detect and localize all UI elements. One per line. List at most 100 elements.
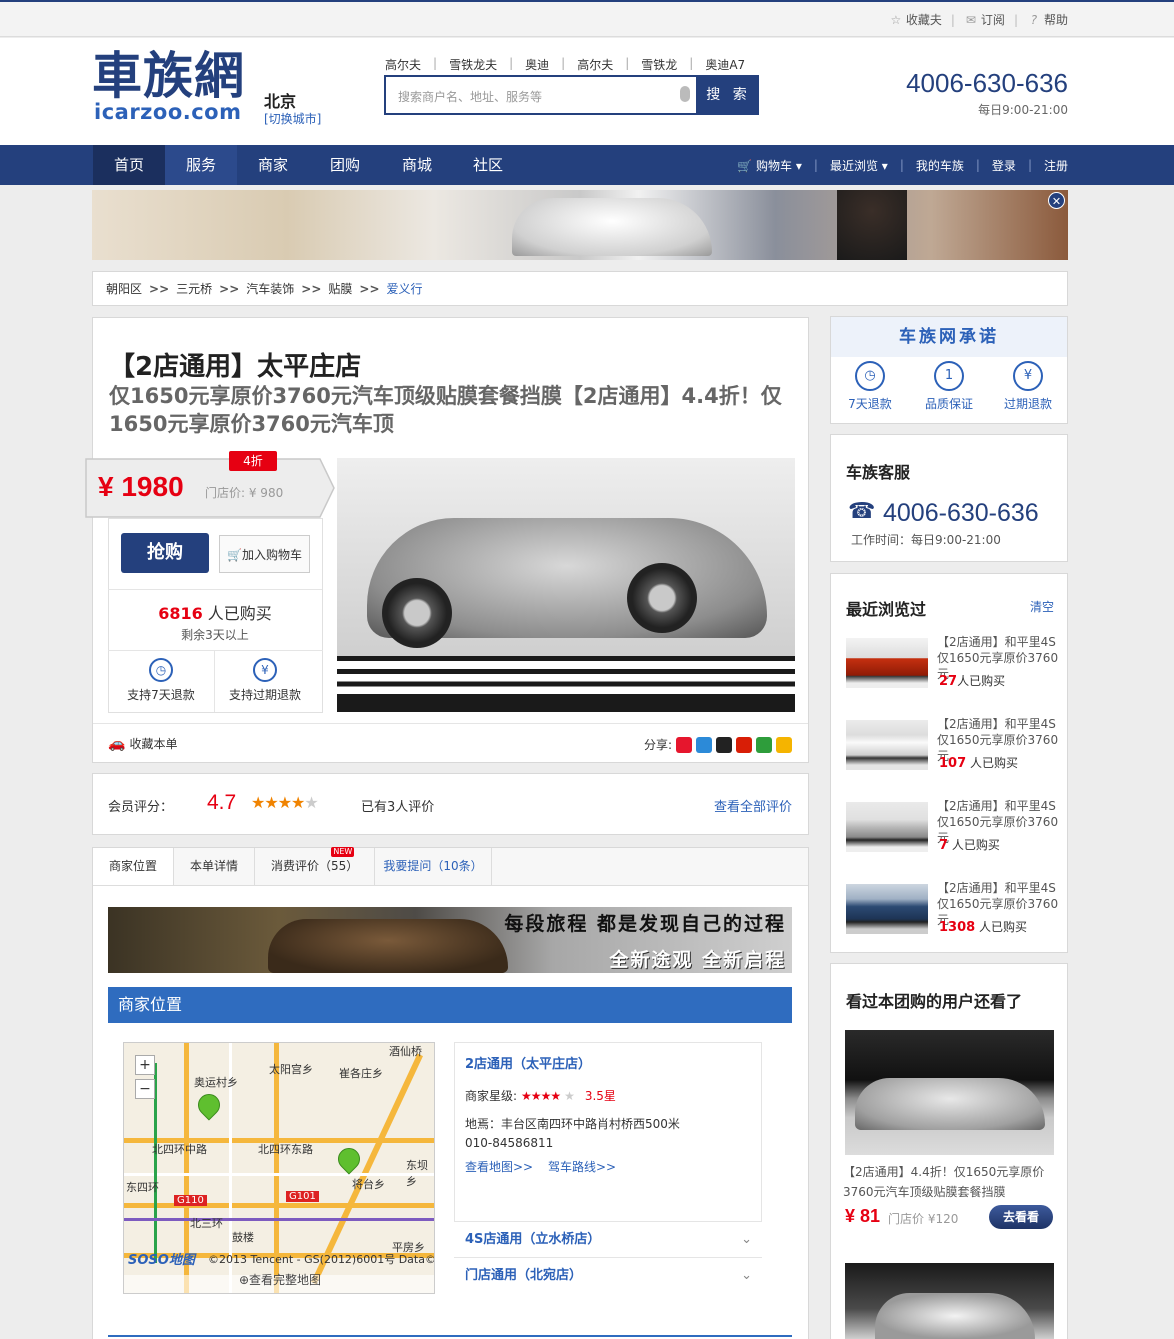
hotword-link[interactable]: 雪铁龙: [641, 56, 677, 73]
promise-panel: 车族网承诺 ◷ 7天退款 1 品质保证 ¥ 过期退款: [830, 316, 1068, 424]
shop-accordion-item[interactable]: 门店通用（北宛店） ⌄: [454, 1257, 762, 1293]
map-label: 将台乡: [352, 1178, 385, 1191]
drive-route-link[interactable]: 驾车路线>>: [548, 1158, 616, 1175]
tab-details[interactable]: 本单详情: [174, 848, 256, 885]
separator: |: [561, 56, 566, 70]
logo-chinese[interactable]: 車族網: [92, 48, 245, 104]
tab-questions[interactable]: 我要提问（10条）: [375, 848, 492, 885]
register-link[interactable]: 注册: [1044, 157, 1068, 174]
view-all-reviews-link[interactable]: 查看全部评价: [714, 796, 792, 815]
promise-quality[interactable]: 1 品质保证: [914, 361, 984, 412]
recent-item[interactable]: 【2店通用】和平里4S 仅1650元享原价3760元 27人已购买: [846, 634, 1066, 694]
map-label: 崔各庄乡: [339, 1067, 383, 1080]
tab-location[interactable]: 商家位置: [93, 848, 175, 885]
promise-expired-refund[interactable]: ¥ 过期退款: [993, 361, 1063, 412]
shop-accordion-item[interactable]: 4S店通用（立水桥店） ⌄: [454, 1221, 762, 1257]
promo-ad[interactable]: 每段旅程 都是发现自己的过程 全新途观 全新启程: [108, 907, 792, 973]
tab-reviews[interactable]: 消费评价（55） NEW: [255, 847, 376, 885]
share-label: 分享:: [643, 738, 672, 752]
recent-browse-menu[interactable]: 最近浏览 ▾: [830, 157, 888, 174]
clear-recent-link[interactable]: 清空: [1030, 598, 1054, 615]
microphone-icon[interactable]: [680, 86, 690, 102]
zoom-icon: ⊕: [238, 1273, 250, 1287]
detail-tabs: 商家位置 本单详情 消费评价（55） NEW 我要提问（10条）: [93, 847, 808, 886]
breadcrumb: 朝阳区 >> 三元桥 >> 汽车装饰 >> 贴膜 >> 爱义行: [92, 271, 1068, 306]
weibo-icon[interactable]: [676, 736, 692, 753]
hotword-link[interactable]: 奥迪A7: [705, 56, 745, 73]
hotword-link[interactable]: 高尔夫: [577, 56, 613, 73]
site-header: 車族網 icarzoo.com 北京 [切换城市] 高尔夫 | 雪铁龙夫 | 奥迪 |…: [0, 38, 1174, 145]
separator: |: [899, 158, 904, 172]
add-to-cart-button[interactable]: 🛒加入购物车: [219, 535, 310, 573]
nav-community[interactable]: 社区: [452, 145, 524, 185]
new-badge: NEW: [331, 847, 355, 857]
switch-city-link[interactable]: [切换城市]: [264, 110, 321, 127]
renren-icon[interactable]: [756, 736, 772, 753]
hotword-link[interactable]: 奥迪: [525, 56, 549, 73]
hotword-link[interactable]: 高尔夫: [385, 56, 421, 73]
subscribe-link[interactable]: ✉ 订阅: [964, 11, 1005, 28]
chevron-down-icon: ⌄: [741, 1268, 752, 1283]
also-viewed-image[interactable]: [845, 1263, 1054, 1339]
nav-home[interactable]: 首页: [93, 145, 165, 185]
logo-english[interactable]: icarzoo.com: [94, 100, 242, 124]
search-input[interactable]: 搜索商户名、地址、服务等: [384, 75, 698, 115]
nav-service[interactable]: 服务: [165, 145, 237, 185]
location-section-header: 商家位置: [108, 987, 792, 1023]
recent-item[interactable]: 【2店通用】和平里4S 仅1650元享原价3760元 107 人已购买: [846, 716, 1066, 776]
cart-menu[interactable]: 🛒 购物车 ▾: [737, 157, 802, 174]
breadcrumb-current[interactable]: 爱义行: [387, 280, 423, 297]
nav-merchants[interactable]: 商家: [237, 145, 309, 185]
map-zoom-in-button[interactable]: +: [135, 1055, 155, 1075]
login-link[interactable]: 登录: [992, 157, 1016, 174]
map-zoom-out-button[interactable]: −: [135, 1079, 155, 1099]
qzone-icon[interactable]: [776, 736, 792, 753]
shop-address: 地焉：丰台区南四环中路肖村桥西500米: [465, 1117, 680, 1131]
recent-item[interactable]: 【2店通用】和平里4S 仅1650元享原价3760元 7 人已购买: [846, 798, 1066, 858]
hotline-number: 4006-630-636: [906, 68, 1068, 98]
map-label: 酒仙桥: [389, 1045, 422, 1058]
nav-mall[interactable]: 商城: [381, 145, 453, 185]
also-viewed-title-text[interactable]: 【2店通用】4.4折！仅1650元享原价3760元汽车顶级贴膜套餐挡膜: [843, 1162, 1055, 1202]
buy-now-button[interactable]: 抢购: [121, 533, 209, 573]
tencent-weibo-icon[interactable]: [696, 736, 712, 753]
kaixin-icon[interactable]: [736, 736, 752, 753]
go-see-button[interactable]: 去看看: [989, 1205, 1053, 1229]
view-full-map-link[interactable]: ⊕查看完整地图: [124, 1271, 434, 1288]
hotword-link[interactable]: 雪铁龙夫: [449, 56, 497, 73]
cart-icon: 🛒: [227, 548, 242, 562]
shop-phone: 010-84586811: [465, 1136, 554, 1150]
promise-7day-refund[interactable]: ◷ 7天退款: [835, 361, 905, 412]
banner-person-image: [837, 190, 907, 260]
my-account-link[interactable]: 我的车族: [916, 157, 964, 174]
separator: |: [625, 56, 630, 70]
banner-ad[interactable]: [92, 190, 1068, 260]
view-map-link[interactable]: 查看地图>>: [465, 1158, 533, 1175]
favorites-link[interactable]: ☆ 收藏夫: [889, 11, 941, 28]
nav-groupbuy[interactable]: 团购: [309, 145, 381, 185]
map-label: 东坝乡: [406, 1159, 428, 1188]
help-link[interactable]: ? 帮助: [1027, 11, 1068, 28]
separator: |: [689, 56, 694, 70]
promise-title: 车族网承诺: [831, 317, 1067, 357]
map-label: 东四环: [126, 1181, 159, 1194]
favorite-deal-link[interactable]: 🚗 收藏本单: [108, 735, 177, 752]
merchant-map[interactable]: 奥运村乡 太阳宫乡 北四环中路 北四环东路 酒仙桥 崔各庄乡 将台乡 北三环 东…: [123, 1042, 435, 1294]
breadcrumb-item[interactable]: 三元桥: [176, 280, 212, 297]
deal-title: 【2店通用】太平庄店: [109, 352, 362, 382]
search-button[interactable]: 搜 索: [698, 75, 759, 115]
breadcrumb-item[interactable]: 汽车装饰: [246, 280, 294, 297]
qq-icon[interactable]: [716, 736, 732, 753]
close-icon[interactable]: ✕: [1048, 192, 1065, 209]
also-viewed-image[interactable]: [845, 1030, 1054, 1155]
breadcrumb-item[interactable]: 贴膜: [328, 280, 352, 297]
chevron-right-icon: >>: [219, 281, 240, 296]
star-icon: ☆: [890, 12, 902, 27]
breadcrumb-item[interactable]: 朝阳区: [106, 280, 142, 297]
shop-info-card: 2店通用（太平庄店） 商家星级: ★★★★ ★ 3.5星 地焉：丰台区南四环中路肖…: [454, 1042, 762, 1222]
separator: |: [950, 12, 955, 27]
hotline-hours: 每日9:00-21:00: [978, 103, 1068, 117]
shop-name[interactable]: 2店通用（太平庄店）: [465, 1053, 591, 1072]
ad-headline: 每段旅程 都是发现自己的过程: [504, 913, 786, 935]
recent-item[interactable]: 【2店通用】和平里4S 仅1650元享原价3760元 1308 人已购买: [846, 880, 1066, 940]
